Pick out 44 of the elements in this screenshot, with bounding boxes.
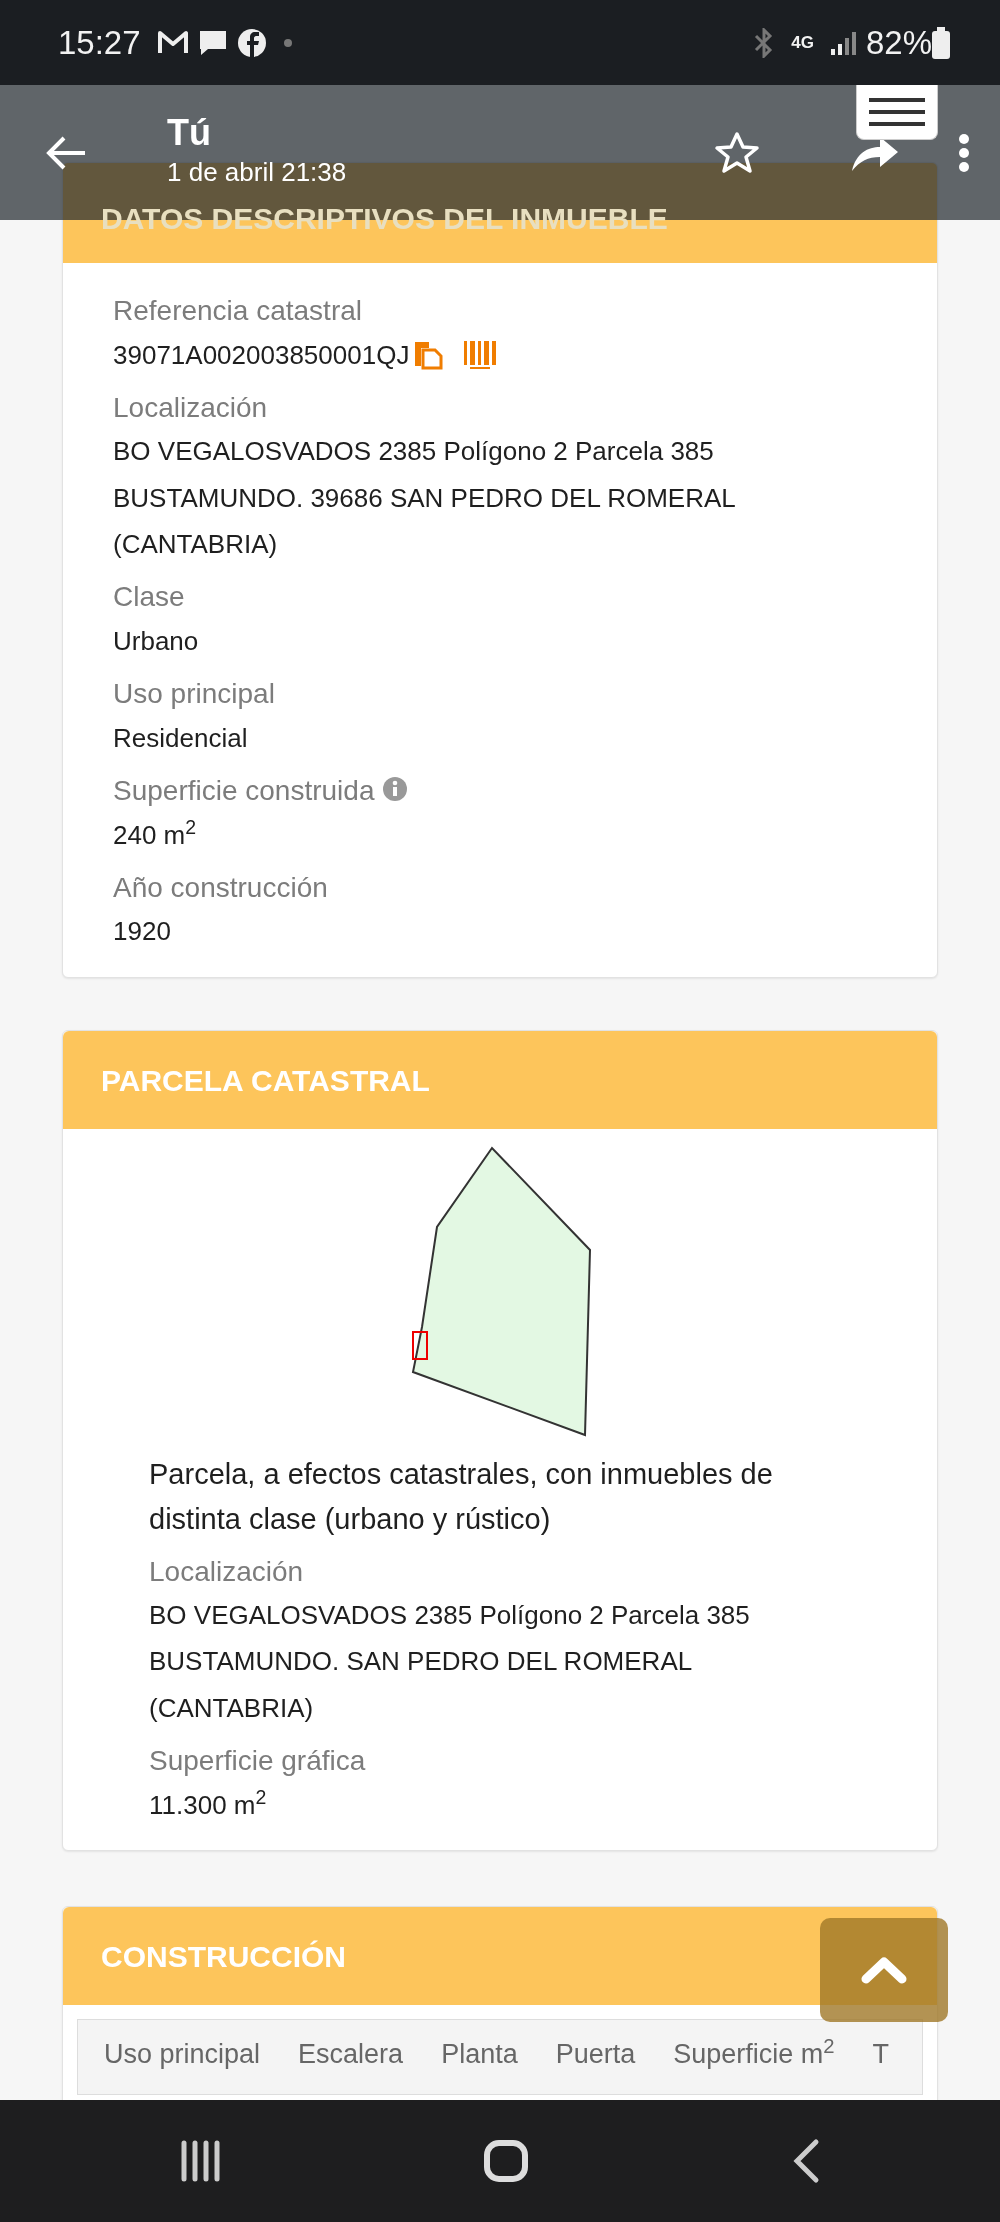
barcode-icon[interactable] — [463, 339, 498, 370]
network-type: 4G — [791, 31, 814, 54]
back-arrow-icon[interactable] — [45, 134, 87, 171]
battery-icon — [932, 26, 950, 59]
field-value: 240 m$^{2}$ — [113, 814, 198, 852]
field-value: 1920 — [113, 915, 172, 949]
field-value: BO VEGALOSVADOS 2385 Polígono 2 Parcela 385 BUSTAMUNDO. SAN PEDRO DEL ROMERAL (CANTABRIA) — [149, 1599, 751, 1725]
battery-percentage: 82% — [865, 22, 932, 63]
section-header: PARCELA CATASTRAL — [63, 1030, 937, 1129]
info-icon[interactable] — [382, 775, 409, 802]
field-label: Uso principal — [113, 678, 275, 710]
chevron-up-icon — [861, 1956, 907, 1984]
field-label: Superficie construida — [113, 774, 375, 806]
copy-icon[interactable] — [413, 339, 444, 370]
field-value: Urbano — [113, 624, 200, 658]
field-label: Localización — [149, 1555, 304, 1587]
field-value: 39071A002003850001QJ — [113, 338, 410, 372]
field-value: Residencial — [113, 721, 249, 755]
dot-icon — [282, 37, 293, 48]
field-label: Año construcción — [113, 871, 328, 903]
field-label: Clase — [113, 581, 185, 613]
star-icon[interactable] — [714, 130, 760, 175]
field-value: 11.300 m$^{2}$ — [149, 1784, 268, 1822]
column-header: Escalera — [298, 2037, 404, 2071]
menu-toggle-button[interactable] — [856, 85, 938, 140]
facebook-icon — [236, 27, 267, 58]
field-label: Superficie gráfica — [149, 1744, 366, 1776]
column-header: Planta — [441, 2037, 518, 2071]
home-icon[interactable] — [482, 2138, 530, 2184]
field-value: BO VEGALOSVADOS 2385 Polígono 2 Parcela 385 BUSTAMUNDO. 39686 SAN PEDRO DEL ROMERAL (CANTABRIA) — [113, 435, 736, 561]
status-time: 15:27 — [58, 22, 141, 63]
scroll-to-top-button[interactable] — [820, 1918, 948, 2022]
parcel-description: Parcela, a efectos catastrales, con inmuebles de distinta clase (urbano y rústico) — [149, 1456, 774, 1537]
signal-icon — [829, 29, 858, 56]
column-header: Uso principal — [104, 2037, 261, 2071]
more-options-icon[interactable] — [958, 132, 970, 173]
column-header: Puerta — [555, 2037, 636, 2071]
field-label: Localización — [113, 391, 268, 423]
column-header: T — [872, 2037, 890, 2071]
conversation-title: Tú — [167, 113, 212, 153]
mail-icon — [156, 29, 189, 56]
field-label: Referencia catastral — [113, 295, 362, 326]
message-date: 1 de abril 21:38 — [167, 155, 347, 189]
column-header: Superficie m$^{2}$ — [673, 2033, 835, 2071]
